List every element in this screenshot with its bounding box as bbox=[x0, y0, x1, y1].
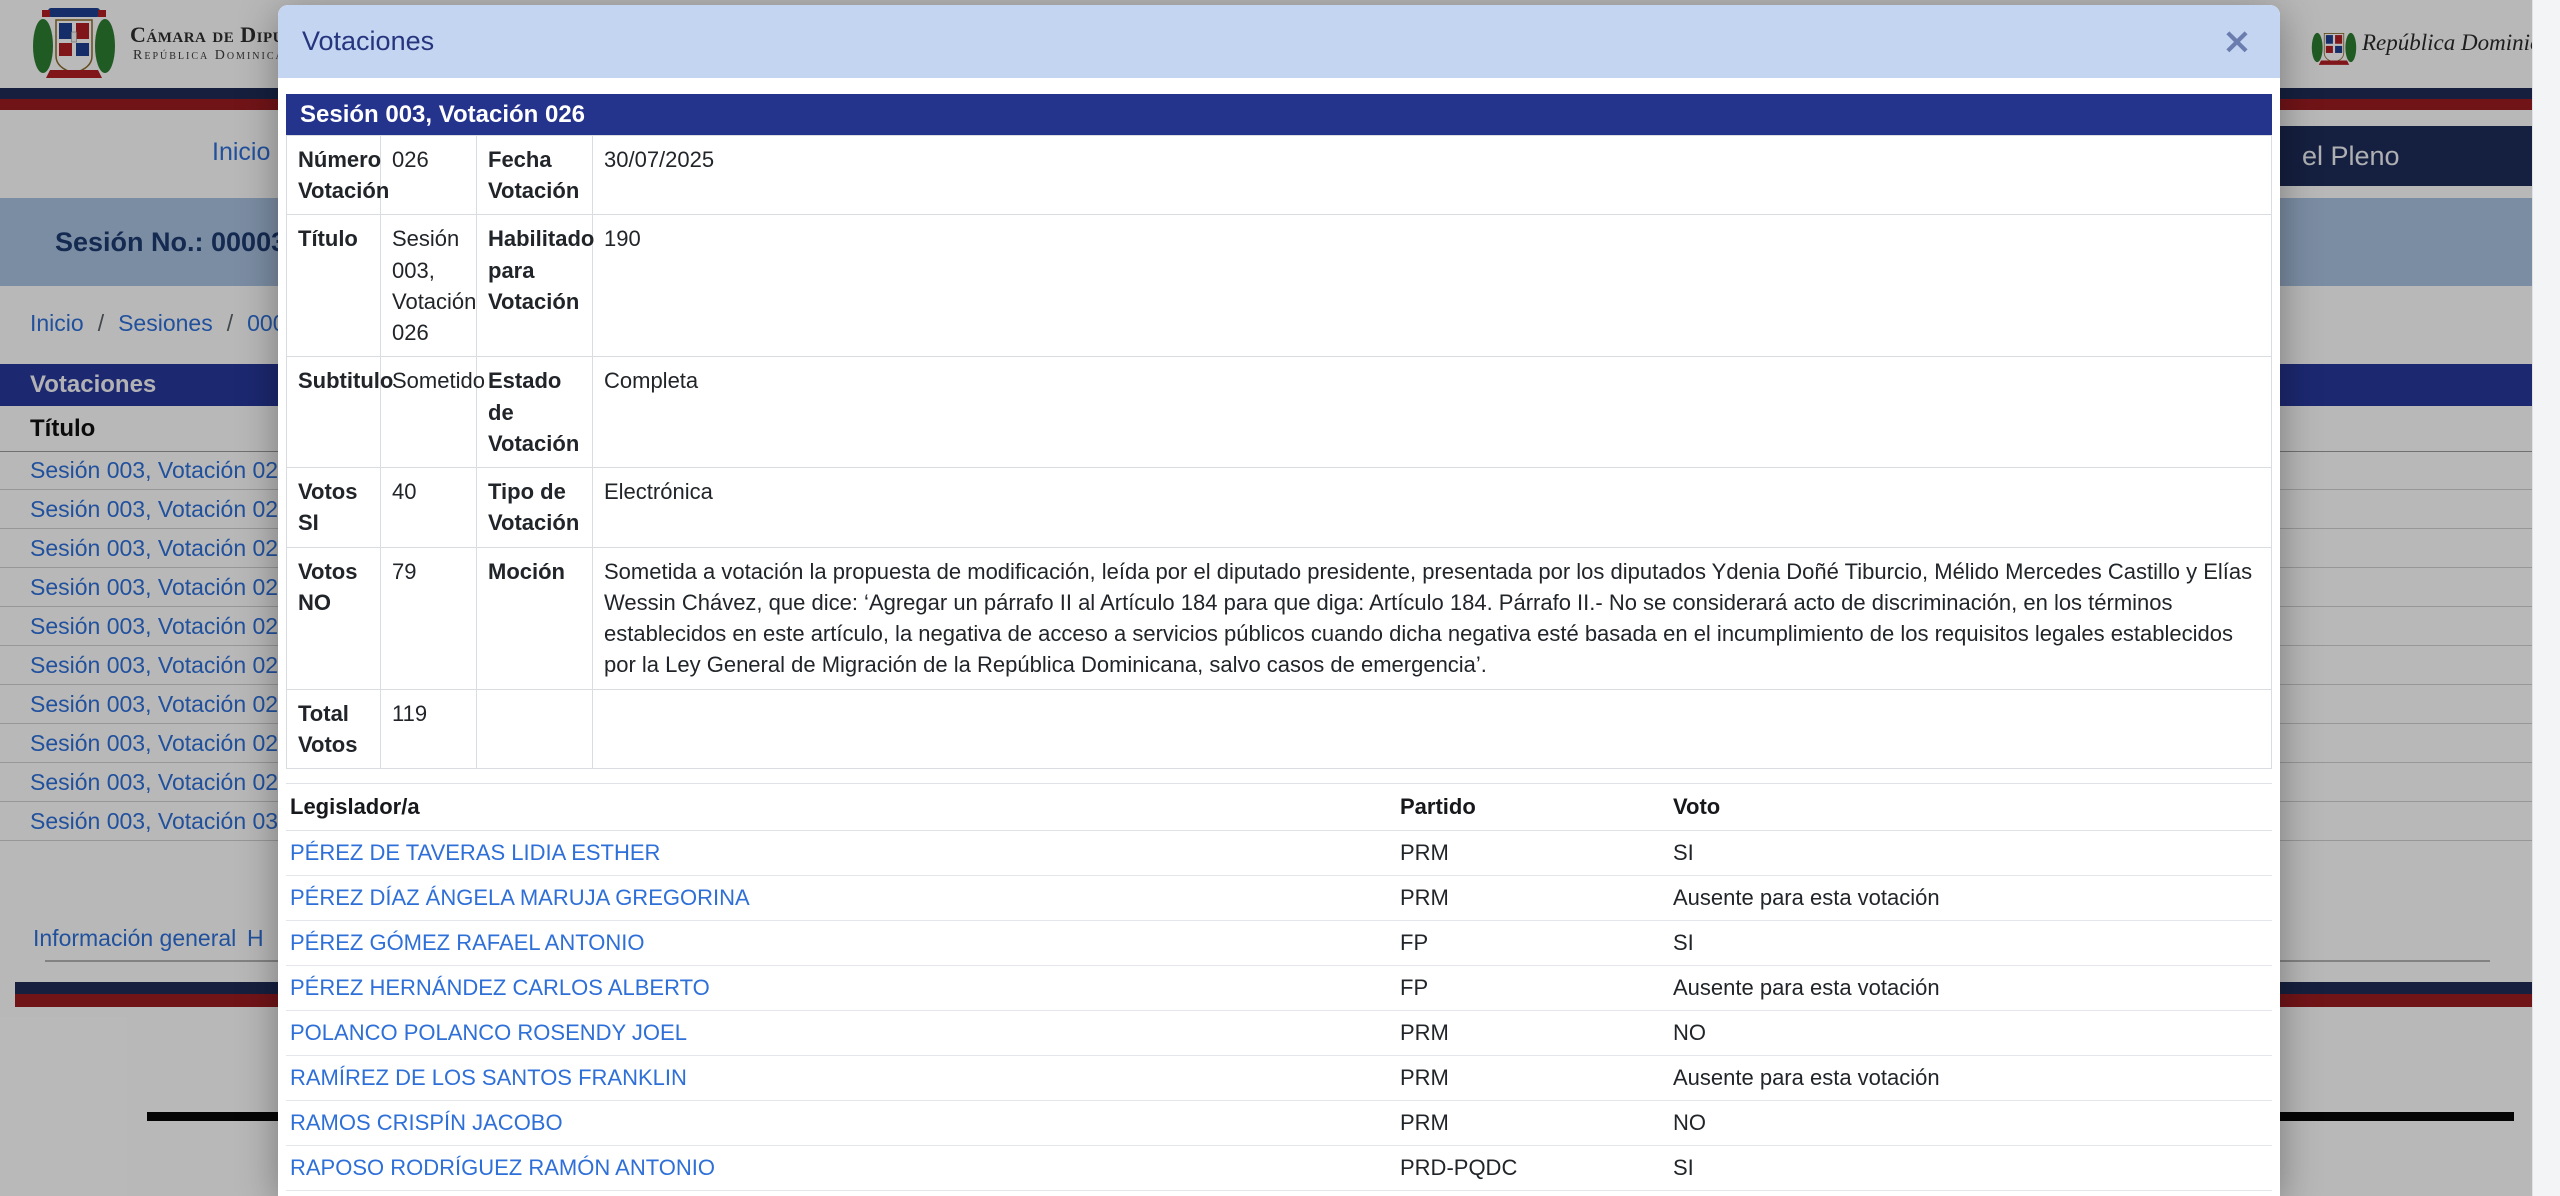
legislator-name-cell: RAPOSO RODRÍGUEZ RAMÓN ANTONIO bbox=[286, 1145, 1396, 1190]
details-row: Total Votos119 bbox=[287, 689, 2272, 768]
modal-header: Votaciones × bbox=[278, 5, 2280, 78]
legislators-column-header: Legislador/a bbox=[286, 783, 1396, 830]
legislator-name-cell: PÉREZ GÓMEZ RAFAEL ANTONIO bbox=[286, 920, 1396, 965]
legislators-column-header: Partido bbox=[1396, 783, 1669, 830]
legislator-vote-cell: SI bbox=[1669, 830, 2272, 875]
detail-value: Sometido bbox=[381, 357, 477, 468]
table-row: PÉREZ DE TAVERAS LIDIA ESTHER PRMSI bbox=[286, 830, 2272, 875]
legislator-link[interactable]: RAMOS CRISPÍN JACOBO bbox=[290, 1110, 563, 1135]
legislator-party-cell: PRM bbox=[1396, 830, 1669, 875]
detail-value: 190 bbox=[593, 215, 2272, 357]
detail-label: Número Votación bbox=[287, 136, 381, 215]
close-icon[interactable]: × bbox=[2218, 24, 2256, 60]
detail-value: Completa bbox=[593, 357, 2272, 468]
detail-label: Total Votos bbox=[287, 689, 381, 768]
detail-value: Sesión 003, Votación 026 bbox=[381, 215, 477, 357]
legislator-vote-cell: SI bbox=[1669, 1145, 2272, 1190]
votacion-table-header: Sesión 003, Votación 026 bbox=[286, 94, 2272, 135]
legislator-name-cell: RAMÍREZ DE LOS SANTOS FRANKLIN bbox=[286, 1055, 1396, 1100]
table-row: RODRÍGUEZ BONSEÑOR MARÍA DE LOS ÁNGELESP… bbox=[286, 1190, 2272, 1196]
detail-label: Moción bbox=[477, 547, 593, 689]
details-row: Votos NO79MociónSometida a votación la p… bbox=[287, 547, 2272, 689]
legislator-vote-cell: Ausente para esta votación bbox=[1669, 965, 2272, 1010]
detail-label bbox=[477, 689, 593, 768]
legislator-link[interactable]: RAMÍREZ DE LOS SANTOS FRANKLIN bbox=[290, 1065, 687, 1090]
detail-value: 40 bbox=[381, 468, 477, 547]
votacion-details-table: Número Votación026Fecha Votación30/07/20… bbox=[286, 135, 2272, 769]
detail-value: 026 bbox=[381, 136, 477, 215]
detail-label: Título bbox=[287, 215, 381, 357]
legislators-column-header: Voto bbox=[1669, 783, 2272, 830]
detail-value: 79 bbox=[381, 547, 477, 689]
legislator-link[interactable]: RAPOSO RODRÍGUEZ RAMÓN ANTONIO bbox=[290, 1155, 715, 1180]
legislator-vote-cell: NO bbox=[1669, 1010, 2272, 1055]
legislator-party-cell: PRM bbox=[1396, 1055, 1669, 1100]
detail-label: Estado de Votación bbox=[477, 357, 593, 468]
table-row: POLANCO POLANCO ROSENDY JOEL PRMNO bbox=[286, 1010, 2272, 1055]
detail-label: Votos NO bbox=[287, 547, 381, 689]
legislator-party-cell: PRM bbox=[1396, 875, 1669, 920]
detail-label: Fecha Votación bbox=[477, 136, 593, 215]
legislator-party-cell: PRD-PQDC bbox=[1396, 1145, 1669, 1190]
table-row: PÉREZ GÓMEZ RAFAEL ANTONIO FPSI bbox=[286, 920, 2272, 965]
detail-label: Votos SI bbox=[287, 468, 381, 547]
legislator-party-cell: FP bbox=[1396, 920, 1669, 965]
legislator-party-cell: PRM bbox=[1396, 1190, 1669, 1196]
details-row: TítuloSesión 003, Votación 026Habilitado… bbox=[287, 215, 2272, 357]
modal-body: Sesión 003, Votación 026 Número Votación… bbox=[278, 78, 2280, 1196]
detail-value: 119 bbox=[381, 689, 477, 768]
modal-title: Votaciones bbox=[302, 26, 434, 57]
legislators-table: Legislador/aPartidoVoto PÉREZ DE TAVERAS… bbox=[286, 783, 2272, 1196]
detail-label: Tipo de Votación bbox=[477, 468, 593, 547]
legislator-name-cell: RAMOS CRISPÍN JACOBO bbox=[286, 1100, 1396, 1145]
table-row: RAPOSO RODRÍGUEZ RAMÓN ANTONIO PRD-PQDCSI bbox=[286, 1145, 2272, 1190]
legislator-name-cell: RODRÍGUEZ BONSEÑOR MARÍA DE LOS ÁNGELES bbox=[286, 1190, 1396, 1196]
legislator-vote-cell: Ausente para esta votación bbox=[1669, 875, 2272, 920]
legislator-vote-cell: SI bbox=[1669, 920, 2272, 965]
legislator-link[interactable]: POLANCO POLANCO ROSENDY JOEL bbox=[290, 1020, 687, 1045]
screen: Cámara de Diputados República Dominicana… bbox=[0, 0, 2560, 1196]
legislator-name-cell: PÉREZ HERNÁNDEZ CARLOS ALBERTO bbox=[286, 965, 1396, 1010]
votaciones-modal: Votaciones × Sesión 003, Votación 026 Nú… bbox=[278, 5, 2280, 1196]
legislator-link[interactable]: PÉREZ HERNÁNDEZ CARLOS ALBERTO bbox=[290, 975, 710, 1000]
legislator-link[interactable]: PÉREZ DE TAVERAS LIDIA ESTHER bbox=[290, 840, 660, 865]
legislator-link[interactable]: PÉREZ GÓMEZ RAFAEL ANTONIO bbox=[290, 930, 645, 955]
legislator-vote-cell: NO bbox=[1669, 1100, 2272, 1145]
legislator-party-cell: PRM bbox=[1396, 1100, 1669, 1145]
legislator-link[interactable]: PÉREZ DÍAZ ÁNGELA MARUJA GREGORINA bbox=[290, 885, 750, 910]
legislators-header-row: Legislador/aPartidoVoto bbox=[286, 783, 2272, 830]
detail-value: Electrónica bbox=[593, 468, 2272, 547]
table-row: RAMOS CRISPÍN JACOBO PRMNO bbox=[286, 1100, 2272, 1145]
detail-value bbox=[593, 689, 2272, 768]
legislator-name-cell: PÉREZ DE TAVERAS LIDIA ESTHER bbox=[286, 830, 1396, 875]
legislator-vote-cell: NO bbox=[1669, 1190, 2272, 1196]
detail-value: Sometida a votación la propuesta de modi… bbox=[593, 547, 2272, 689]
legislator-name-cell: POLANCO POLANCO ROSENDY JOEL bbox=[286, 1010, 1396, 1055]
table-row: PÉREZ DÍAZ ÁNGELA MARUJA GREGORINA PRMAus… bbox=[286, 875, 2272, 920]
legislator-vote-cell: Ausente para esta votación bbox=[1669, 1055, 2272, 1100]
detail-label: Subtitulo bbox=[287, 357, 381, 468]
details-row: Número Votación026Fecha Votación30/07/20… bbox=[287, 136, 2272, 215]
table-row: PÉREZ HERNÁNDEZ CARLOS ALBERTO FPAusente … bbox=[286, 965, 2272, 1010]
table-row: RAMÍREZ DE LOS SANTOS FRANKLIN PRMAusente… bbox=[286, 1055, 2272, 1100]
scrollbar[interactable] bbox=[2532, 0, 2560, 1196]
details-row: SubtituloSometidoEstado de VotaciónCompl… bbox=[287, 357, 2272, 468]
legislator-party-cell: PRM bbox=[1396, 1010, 1669, 1055]
legislator-party-cell: FP bbox=[1396, 965, 1669, 1010]
detail-value: 30/07/2025 bbox=[593, 136, 2272, 215]
details-row: Votos SI40Tipo de VotaciónElectrónica bbox=[287, 468, 2272, 547]
legislator-name-cell: PÉREZ DÍAZ ÁNGELA MARUJA GREGORINA bbox=[286, 875, 1396, 920]
detail-label: Habilitado para Votación bbox=[477, 215, 593, 357]
